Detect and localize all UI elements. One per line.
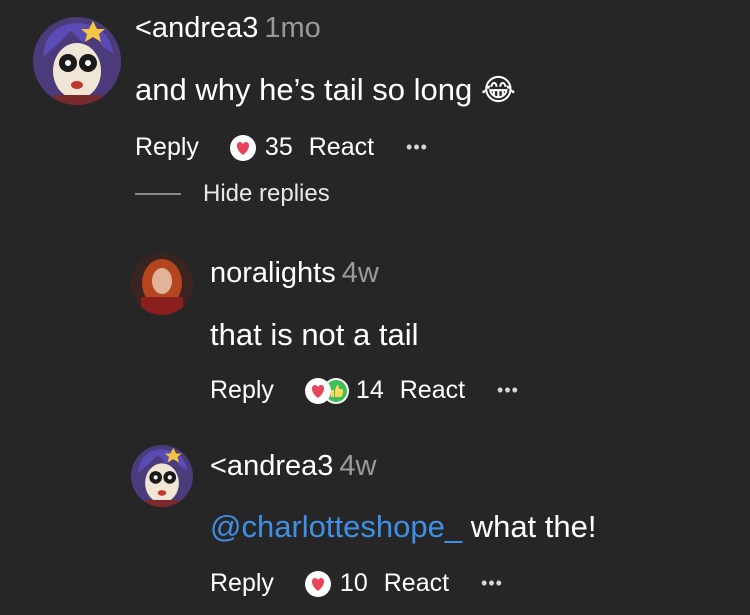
comment-header: <andrea3 1mo <box>135 12 321 45</box>
comment-text-content: and why he’s tail so long <box>135 72 473 107</box>
comment-actions: Reply 35 React ••• <box>135 133 428 162</box>
user-mention-link[interactable]: @charlotteshope_ <box>210 509 462 544</box>
hide-replies-label: Hide replies <box>203 180 330 207</box>
reaction-count: 10 <box>339 569 368 597</box>
avatar[interactable] <box>131 253 193 315</box>
comment-text: that is not a tail <box>210 317 419 352</box>
divider-line <box>135 193 181 195</box>
timestamp: 4w <box>339 450 377 482</box>
react-button[interactable]: React <box>309 133 374 162</box>
photo-avatar-icon <box>131 253 193 315</box>
username[interactable]: noralights <box>210 257 336 289</box>
hide-replies-toggle[interactable]: Hide replies <box>135 180 330 208</box>
reply-button[interactable]: Reply <box>135 133 199 162</box>
react-button[interactable]: React <box>400 376 465 405</box>
comment-actions: Reply 14 React ••• <box>210 376 519 405</box>
cartoon-avatar-icon <box>33 17 121 105</box>
comment-text: and why he’s tail so long 😂 <box>135 72 516 108</box>
username[interactable]: <andrea3 <box>210 450 333 482</box>
avatar[interactable] <box>33 17 121 105</box>
timestamp: 1mo <box>264 12 321 44</box>
avatar[interactable] <box>131 445 193 507</box>
comment-header: noralights 4w <box>210 257 379 290</box>
comment-text-content: what the! <box>462 509 597 544</box>
reply-button[interactable]: Reply <box>210 376 274 405</box>
more-options-icon[interactable]: ••• <box>406 137 428 158</box>
reaction-summary[interactable]: 14 <box>304 376 384 405</box>
reply-button[interactable]: Reply <box>210 569 274 598</box>
comment-actions: Reply 10 React ••• <box>210 569 503 598</box>
more-options-icon[interactable]: ••• <box>497 380 519 401</box>
laughing-emoji-icon: 😂 <box>480 74 516 107</box>
username[interactable]: <andrea3 <box>135 12 258 44</box>
reaction-summary[interactable]: 10 <box>304 569 368 598</box>
reaction-count: 14 <box>355 376 384 404</box>
more-options-icon[interactable]: ••• <box>481 573 503 594</box>
reaction-count: 35 <box>264 133 293 161</box>
heart-thumbsup-icon <box>304 377 350 405</box>
reaction-summary[interactable]: 35 <box>229 133 293 162</box>
comment-header: <andrea3 4w <box>210 450 376 483</box>
heart-face-icon <box>304 570 332 598</box>
comment-text: @charlotteshope_ what the! <box>210 509 597 545</box>
heart-face-icon <box>229 134 257 162</box>
react-button[interactable]: React <box>384 569 449 598</box>
timestamp: 4w <box>341 257 379 289</box>
cartoon-avatar-icon <box>131 445 193 507</box>
